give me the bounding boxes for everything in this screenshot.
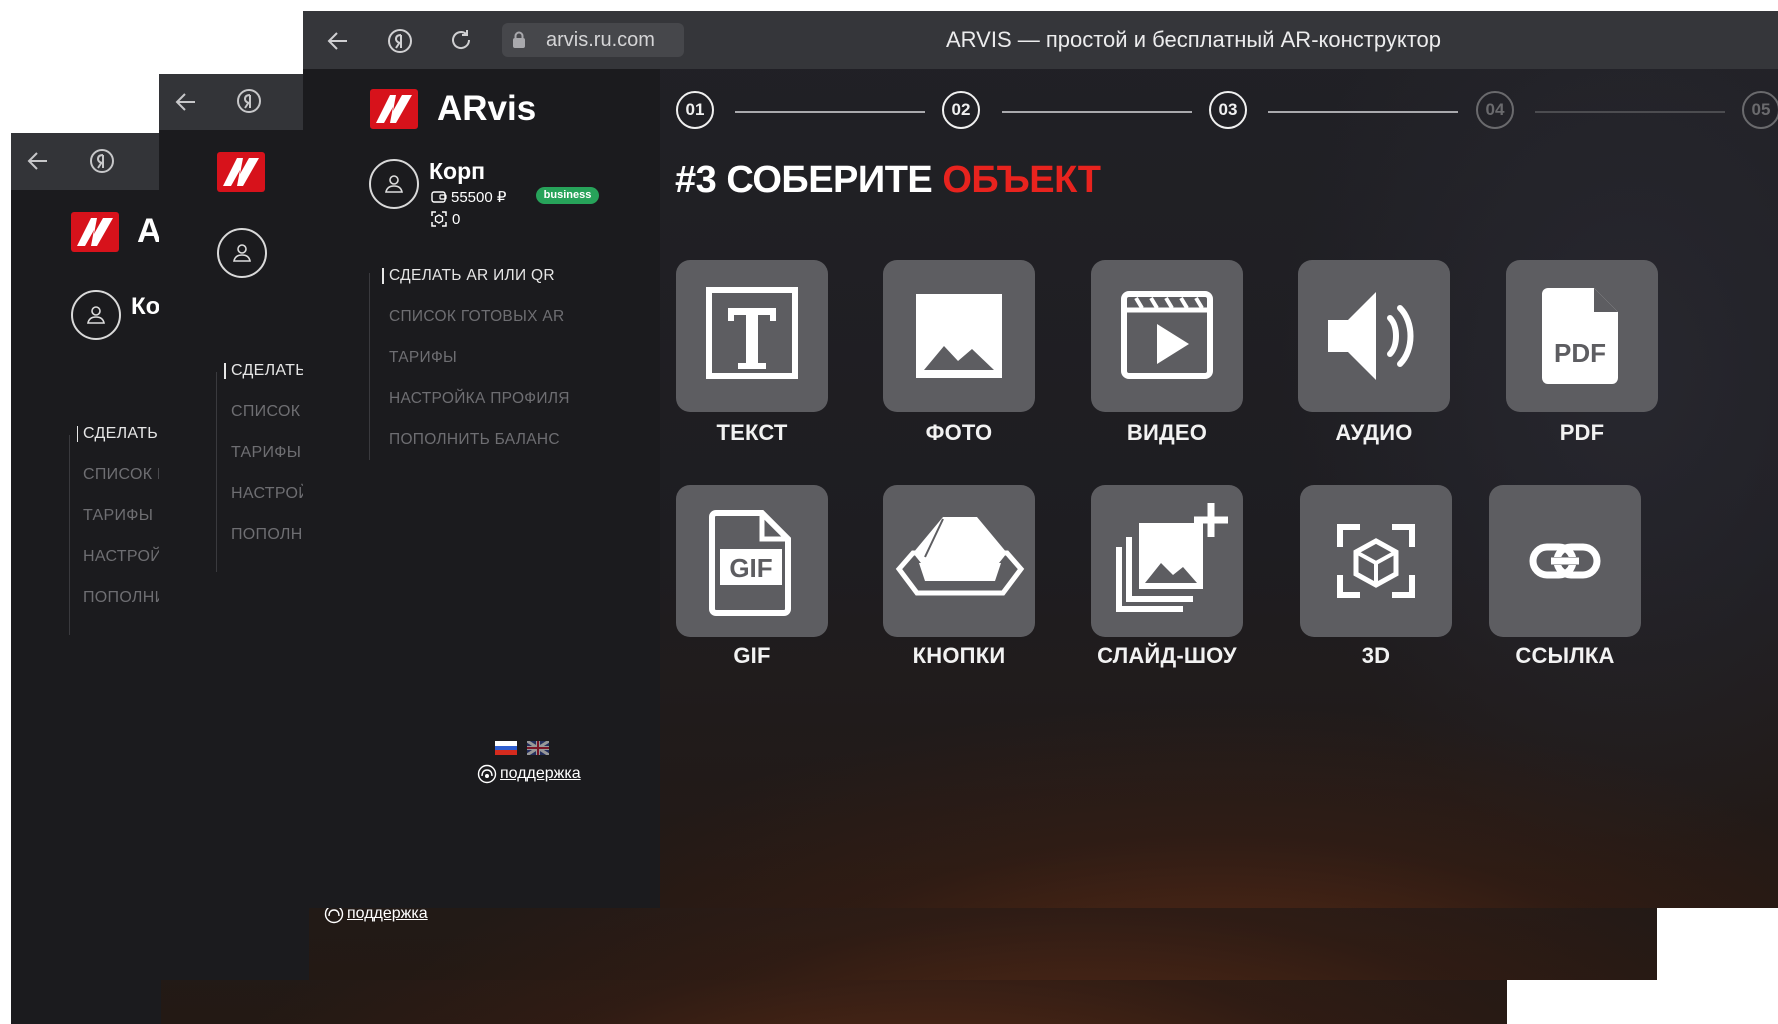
menu-item-profile[interactable]: НАСТРОЙКА ПРОФИЛЯ bbox=[231, 485, 309, 503]
step-3[interactable]: 03 bbox=[1209, 91, 1247, 129]
object-tile-text[interactable] bbox=[676, 260, 828, 412]
avatar[interactable] bbox=[217, 228, 267, 278]
object-label-slideshow: СЛАЙД-ШОУ bbox=[1097, 643, 1237, 668]
pdf-icon: PDF bbox=[1542, 288, 1618, 384]
svg-text:GIF: GIF bbox=[729, 553, 772, 583]
ar-count-row: 0 bbox=[431, 211, 460, 228]
plan-badge: business bbox=[536, 187, 599, 204]
flag-ru-icon[interactable] bbox=[495, 741, 517, 755]
logo-icon[interactable] bbox=[370, 89, 418, 129]
balance-value: 55500 ₽ bbox=[451, 189, 507, 206]
slideshow-icon bbox=[1116, 503, 1228, 612]
object-tile-buttons[interactable] bbox=[883, 485, 1035, 637]
back-arrow-icon[interactable] bbox=[327, 30, 349, 52]
sidebar: СДЕЛАТЬ AR ИЛИ QR СПИСОК ГОТОВЫХ AR ТАРИ… bbox=[159, 130, 428, 980]
menu-item-tariffs[interactable]: ТАРИФЫ bbox=[389, 349, 457, 367]
menu-item-make-ar[interactable]: СДЕЛАТЬ AR ИЛИ QR bbox=[223, 362, 309, 380]
support-icon bbox=[477, 764, 497, 784]
object-tile-video[interactable] bbox=[1091, 260, 1243, 412]
support-link[interactable]: поддержка bbox=[477, 764, 581, 784]
object-label-pdf: PDF bbox=[1559, 420, 1605, 445]
object-tile-photo[interactable] bbox=[883, 260, 1035, 412]
browser-toolbar: arvis.ru.com ARVIS — простой и бесплатны… bbox=[303, 11, 1778, 69]
heading-prefix: #3 СОБЕРИТЕ bbox=[675, 159, 933, 201]
object-label-audio: АУДИО bbox=[1335, 420, 1413, 445]
object-tile-pdf[interactable]: PDF bbox=[1506, 260, 1658, 412]
sidebar: ARvis Корп СДЕЛАТЬ AR ИЛИ QR СПИСОК ГОТО… bbox=[11, 190, 271, 1024]
menu-item-topup[interactable]: ПОПОЛНИТЬ БАЛАНС bbox=[389, 431, 560, 449]
step-4[interactable]: 04 bbox=[1476, 91, 1514, 129]
url-text: arvis.ru.com bbox=[546, 29, 655, 51]
audio-icon bbox=[1328, 292, 1414, 380]
menu-item-make-ar[interactable]: СДЕЛАТЬ AR ИЛИ QR bbox=[382, 267, 555, 285]
page-title: ARVIS — простой и бесплатный AR-конструк… bbox=[946, 27, 1442, 52]
menu-item-tariffs[interactable]: ТАРИФЫ bbox=[83, 507, 153, 525]
text-icon bbox=[706, 287, 798, 379]
menu-item-topup[interactable]: ПОПОЛНИТЬ БАЛАНС bbox=[83, 589, 161, 607]
photo-icon bbox=[916, 294, 1002, 378]
gif-icon: GIF bbox=[709, 510, 791, 616]
cube-3d-icon bbox=[1337, 524, 1415, 598]
main-browser-window: arvis.ru.com ARVIS — простой и бесплатны… bbox=[303, 11, 1778, 908]
object-tile-3d[interactable] bbox=[1300, 485, 1452, 637]
user-name: Корп bbox=[429, 158, 486, 184]
object-tile-gif[interactable]: GIF bbox=[676, 485, 828, 637]
logo-icon bbox=[217, 152, 265, 192]
button-icon bbox=[895, 517, 1025, 596]
reload-icon[interactable] bbox=[449, 28, 473, 52]
menu-item-ar-list[interactable]: СПИСОК ГОТОВЫХ AR bbox=[231, 403, 309, 421]
wallet-icon bbox=[431, 191, 447, 203]
sidebar: ARvis Корп 55500 ₽ business 0 СДЕЛАТЬ AR… bbox=[303, 69, 660, 908]
menu-item-profile[interactable]: НАСТРОЙКА ПРОФИЛЯ bbox=[83, 548, 161, 566]
svg-text:PDF: PDF bbox=[1554, 338, 1606, 368]
ar-scan-icon bbox=[431, 211, 447, 227]
video-icon bbox=[1121, 291, 1213, 379]
menu-item-topup[interactable]: ПОПОЛНИТЬ БАЛАНС bbox=[231, 526, 309, 544]
logo-text[interactable]: ARvis bbox=[437, 89, 536, 129]
menu-item-ar-list[interactable]: СПИСОК ГОТОВЫХ AR bbox=[389, 308, 564, 326]
step-1[interactable]: 01 bbox=[676, 91, 714, 129]
object-label-buttons: КНОПКИ bbox=[912, 643, 1006, 668]
menu-item-profile[interactable]: НАСТРОЙКА ПРОФИЛЯ bbox=[389, 390, 570, 408]
object-label-gif: GIF bbox=[733, 643, 771, 668]
lock-icon bbox=[513, 31, 525, 48]
avatar[interactable] bbox=[71, 290, 121, 340]
heading-accent: ОБЪЕКТ bbox=[942, 159, 1101, 201]
yandex-icon[interactable] bbox=[89, 148, 115, 174]
object-label-link: ССЫЛКА bbox=[1515, 643, 1615, 668]
menu-item-ar-list[interactable]: СПИСОК ГОТОВЫХ AR bbox=[83, 466, 161, 484]
back-arrow-icon[interactable] bbox=[175, 91, 197, 113]
yandex-icon[interactable] bbox=[236, 88, 262, 114]
object-label-text: ТЕКСТ bbox=[716, 420, 788, 445]
avatar[interactable] bbox=[369, 159, 419, 209]
object-tile-slideshow[interactable] bbox=[1091, 485, 1243, 637]
object-label-video: ВИДЕО bbox=[1126, 420, 1208, 445]
object-label-photo: ФОТО bbox=[925, 420, 993, 445]
ar-count-value: 0 bbox=[452, 211, 461, 228]
link-icon bbox=[1529, 543, 1601, 579]
step-5[interactable]: 05 bbox=[1742, 91, 1778, 129]
flag-uk-icon[interactable] bbox=[527, 741, 549, 755]
menu-item-tariffs[interactable]: ТАРИФЫ bbox=[231, 444, 301, 462]
logo-icon bbox=[71, 212, 119, 252]
object-tile-link[interactable] bbox=[1489, 485, 1641, 637]
balance-row: 55500 ₽ bbox=[431, 188, 506, 206]
step-heading: #3 СОБЕРИТЕ ОБЪЕКТ bbox=[675, 159, 1101, 202]
yandex-icon[interactable] bbox=[387, 28, 413, 54]
back-arrow-icon[interactable] bbox=[27, 150, 49, 172]
step-2[interactable]: 02 bbox=[942, 91, 980, 129]
object-label-3d: 3D bbox=[1361, 643, 1391, 668]
object-tile-audio[interactable] bbox=[1298, 260, 1450, 412]
address-bar[interactable]: arvis.ru.com bbox=[502, 23, 684, 57]
menu-item-make-ar[interactable]: СДЕЛАТЬ AR ИЛИ QR bbox=[77, 425, 161, 443]
